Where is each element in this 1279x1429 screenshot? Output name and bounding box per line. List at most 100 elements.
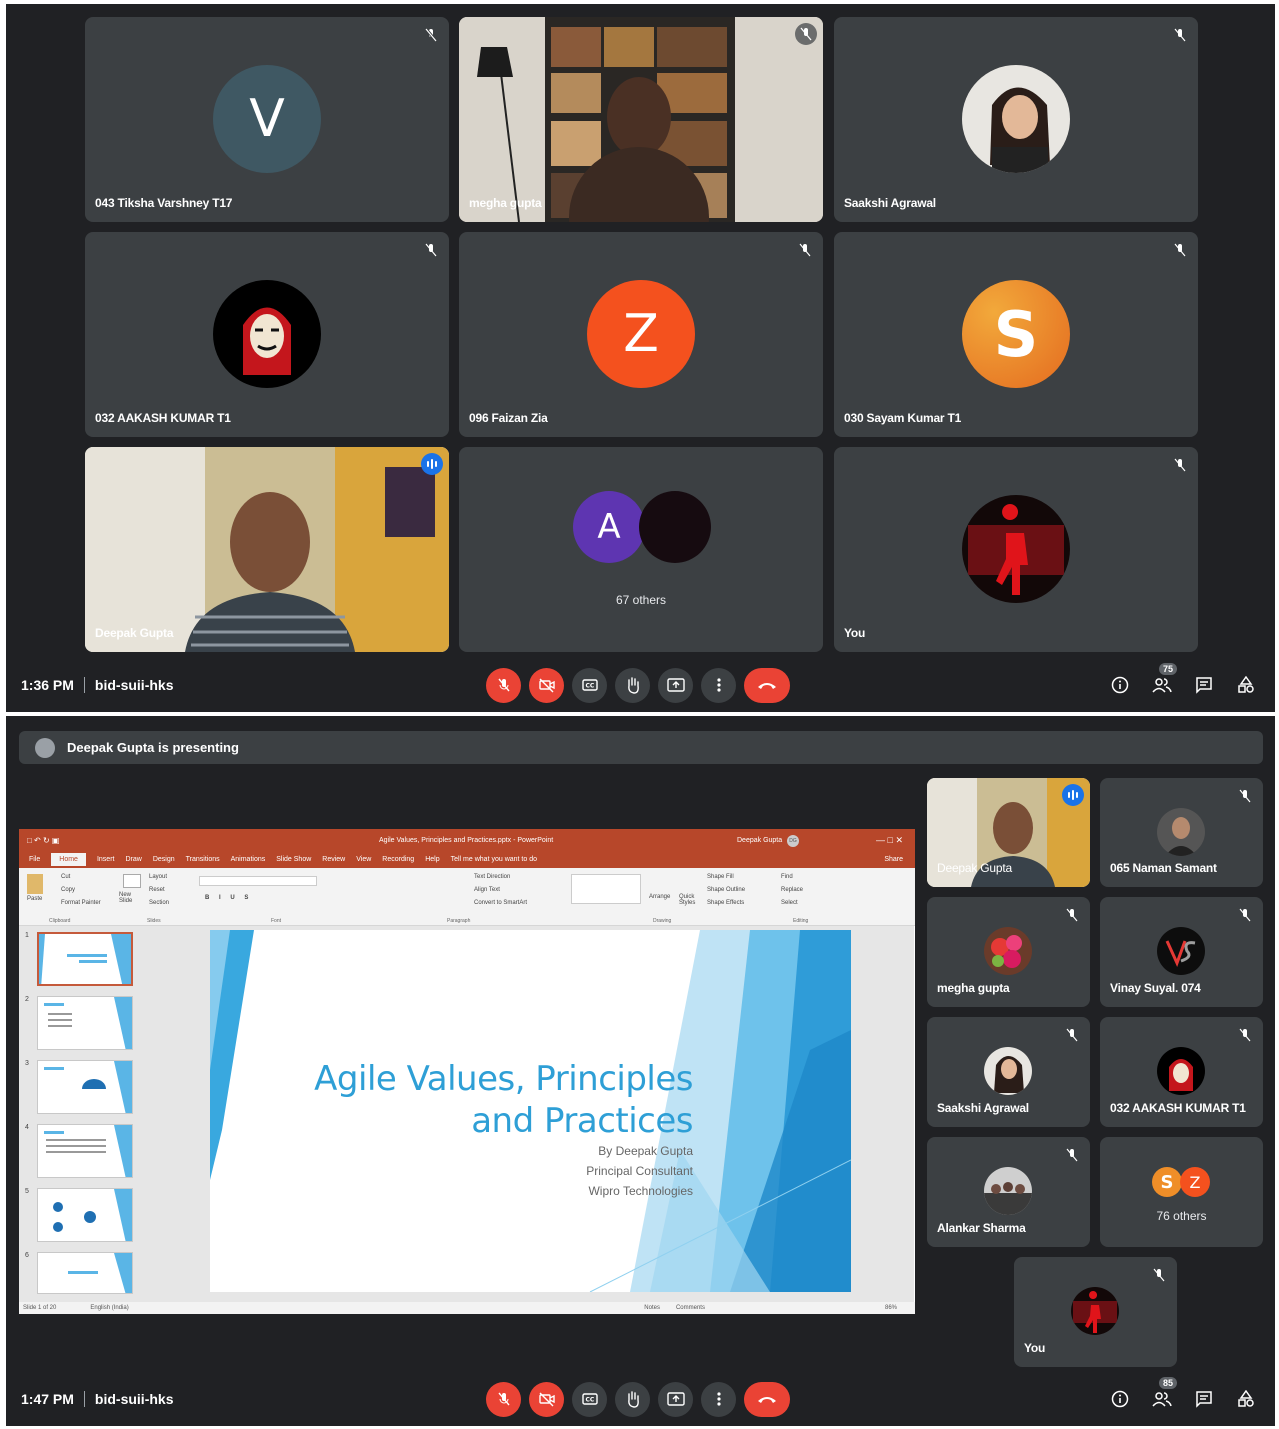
participant-tile[interactable]: Vinay Suyal. 074 [1100, 897, 1263, 1007]
ppt-tab[interactable]: Help [425, 856, 439, 863]
avatar: S [962, 280, 1070, 388]
ppt-tab[interactable]: File [29, 856, 40, 863]
find-button[interactable]: Find [781, 874, 793, 880]
participant-tile[interactable]: S 030 Sayam Kumar T1 [834, 232, 1198, 437]
zoom-level[interactable]: 86% [885, 1305, 897, 1311]
ppt-tab[interactable]: Insert [97, 856, 115, 863]
chat-button[interactable] [1193, 674, 1215, 696]
font-name-select[interactable] [199, 876, 317, 886]
participant-video-tile-active[interactable]: Deepak Gupta [927, 778, 1090, 887]
participant-tile[interactable]: Alankar Sharma [927, 1137, 1090, 1247]
mic-toggle-button[interactable] [486, 667, 521, 703]
participant-tile[interactable]: Saakshi Agrawal [834, 17, 1198, 222]
replace-button[interactable]: Replace [781, 887, 803, 893]
present-button[interactable] [658, 667, 693, 703]
people-button[interactable]: 85 [1151, 1377, 1178, 1410]
participant-name: Alankar Sharma [937, 1221, 1026, 1235]
font-format-buttons[interactable]: B I U S [205, 895, 252, 901]
slide-thumbnail[interactable] [37, 1252, 133, 1294]
select-button[interactable]: Select [781, 900, 798, 906]
screen-share-powerpoint[interactable]: □ ↶ ↻ ▣ Agile Values, Principles and Pra… [19, 829, 915, 1314]
ppt-tab[interactable]: Review [322, 856, 345, 863]
self-tile[interactable]: You [834, 447, 1198, 652]
activities-button[interactable] [1235, 1388, 1257, 1410]
avatar [962, 65, 1070, 173]
chat-button[interactable] [1193, 1388, 1215, 1410]
participant-tile[interactable]: V 043 Tiksha Varshney T17 [85, 17, 449, 222]
shape-effects-button[interactable]: Shape Effects [707, 900, 744, 906]
slide-thumbnail[interactable] [37, 932, 133, 986]
ppt-tab-active[interactable]: Home [51, 853, 86, 866]
participant-name: 096 Faizan Zia [469, 411, 548, 425]
ppt-tab[interactable]: View [356, 856, 371, 863]
reset-button[interactable]: Reset [149, 887, 165, 893]
ppt-tab[interactable]: Recording [382, 856, 414, 863]
slide-thumbnail[interactable] [37, 1124, 133, 1178]
slide-thumbnail[interactable] [37, 1060, 133, 1114]
meeting-details-button[interactable] [1109, 674, 1131, 696]
others-tile[interactable]: S Z 76 others [1100, 1137, 1263, 1247]
section-button[interactable]: Section [149, 900, 169, 906]
slide-thumbnail[interactable] [37, 1188, 133, 1242]
svg-text:CC: CC [585, 683, 594, 690]
captions-button[interactable]: CC [572, 1381, 607, 1417]
ppt-tell-me[interactable]: Tell me what you want to do [451, 856, 537, 863]
participant-video-tile-active[interactable]: Deepak Gupta [85, 447, 449, 652]
mic-toggle-button[interactable] [486, 1381, 521, 1417]
more-options-button[interactable] [701, 667, 736, 703]
leave-call-button[interactable] [744, 1381, 790, 1417]
align-text-button[interactable]: Align Text [474, 887, 500, 893]
ppt-tab[interactable]: Design [153, 856, 175, 863]
shape-fill-button[interactable]: Shape Fill [707, 874, 734, 880]
participant-tile[interactable]: 032 AAKASH KUMAR T1 [85, 232, 449, 437]
shape-outline-button[interactable]: Shape Outline [707, 887, 745, 893]
ppt-tab[interactable]: Animations [231, 856, 266, 863]
activities-button[interactable] [1235, 674, 1257, 696]
new-slide-button[interactable]: New Slide [119, 892, 143, 904]
text-direction-button[interactable]: Text Direction [474, 874, 510, 880]
raise-hand-button[interactable] [615, 1381, 650, 1417]
ppt-share-button[interactable]: Share [884, 856, 903, 863]
layout-button[interactable]: Layout [149, 874, 167, 880]
quick-styles-button[interactable]: Quick Styles [679, 894, 701, 906]
avatar [962, 495, 1070, 603]
meeting-details-button[interactable] [1109, 1388, 1131, 1410]
people-button[interactable]: 75 [1151, 663, 1178, 696]
ppt-tab[interactable]: Slide Show [276, 856, 311, 863]
self-tile[interactable]: You [1014, 1257, 1177, 1367]
current-slide[interactable]: Agile Values, Principles and Practices B… [210, 930, 851, 1292]
speaking-indicator-icon [1062, 784, 1084, 806]
arrange-button[interactable]: Arrange [649, 894, 670, 900]
notes-button[interactable]: Notes [644, 1305, 660, 1311]
participant-tile[interactable]: Saakshi Agrawal [927, 1017, 1090, 1127]
copy-button[interactable]: Copy [61, 887, 75, 893]
leave-call-button[interactable] [744, 667, 790, 703]
ppt-window-controls[interactable]: — □ ✕ [876, 835, 903, 846]
convert-smartart-button[interactable]: Convert to SmartArt [474, 900, 527, 906]
camera-toggle-button[interactable] [529, 1381, 564, 1417]
participant-tile[interactable]: Z 096 Faizan Zia [459, 232, 823, 437]
ribbon-group-label: Clipboard [49, 918, 71, 924]
slide-thumbnail[interactable] [37, 996, 133, 1050]
ppt-tab[interactable]: Draw [125, 856, 141, 863]
participant-video-tile[interactable]: megha gupta [459, 17, 823, 222]
avatar [639, 491, 711, 563]
ppt-tab[interactable]: Transitions [186, 856, 220, 863]
more-options-button[interactable] [701, 1381, 736, 1417]
participant-tile[interactable]: 032 AAKASH KUMAR T1 [1100, 1017, 1263, 1127]
format-painter-button[interactable]: Format Painter [61, 900, 101, 906]
participant-tile[interactable]: 065 Naman Samant [1100, 778, 1263, 887]
comments-button[interactable]: Comments [676, 1305, 705, 1311]
camera-toggle-button[interactable] [529, 667, 564, 703]
present-button[interactable] [658, 1381, 693, 1417]
raise-hand-button[interactable] [615, 667, 650, 703]
participant-name: Vinay Suyal. 074 [1110, 981, 1201, 995]
participant-tile[interactable]: megha gupta [927, 897, 1090, 1007]
captions-button[interactable]: CC [572, 667, 607, 703]
shapes-gallery[interactable] [571, 874, 641, 904]
others-count-label: 76 others [1156, 1209, 1207, 1223]
paste-button[interactable]: Paste [27, 896, 42, 902]
others-tile[interactable]: A 67 others [459, 447, 823, 652]
people-count-badge: 85 [1159, 1377, 1178, 1389]
cut-button[interactable]: Cut [61, 874, 70, 880]
